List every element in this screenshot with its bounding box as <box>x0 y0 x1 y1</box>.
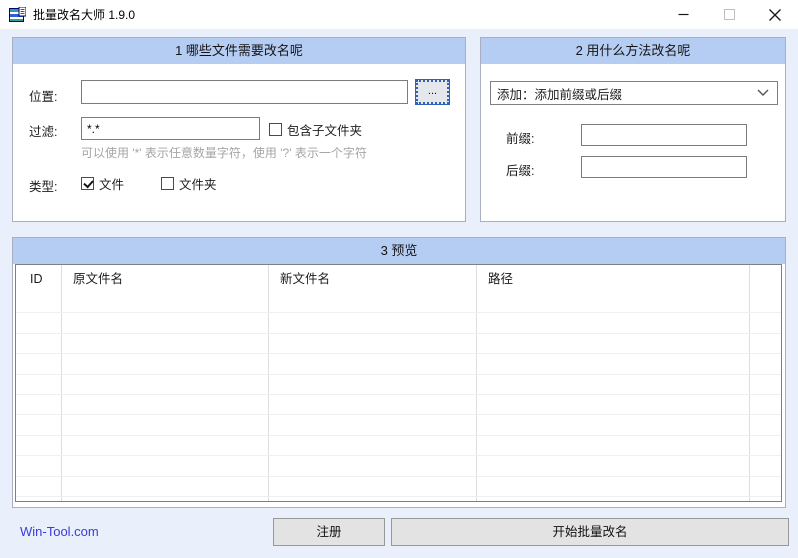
location-input[interactable] <box>81 80 408 104</box>
include-subfolders-label: 包含子文件夹 <box>287 124 363 138</box>
filter-input[interactable] <box>81 117 260 140</box>
table-row <box>16 456 781 477</box>
maximize-button <box>706 0 752 29</box>
wildcard-hint: 可以使用 '*' 表示任意数量字符，使用 '?' 表示一个字符 <box>81 146 367 160</box>
website-link[interactable]: Win-Tool.com <box>20 524 99 539</box>
filter-label: 过滤: <box>29 125 58 139</box>
window-title: 批量改名大师 1.9.0 <box>33 8 136 22</box>
type-file-checkbox[interactable]: 文件 <box>81 174 124 193</box>
files-panel: 1 哪些文件需要改名呢 位置: ... 过滤: 包含子文件夹 可以使用 '*' … <box>12 37 466 222</box>
column-header-original-name[interactable]: 原文件名 <box>73 265 123 293</box>
method-panel-title: 2 用什么方法改名呢 <box>481 38 785 64</box>
app-icon <box>9 6 27 23</box>
titlebar: 批量改名大师 1.9.0 <box>0 0 798 29</box>
minimize-button[interactable] <box>660 0 706 29</box>
close-button[interactable] <box>752 0 798 29</box>
type-file-checkbox-box[interactable] <box>81 177 94 190</box>
table-row <box>16 477 781 497</box>
method-panel: 2 用什么方法改名呢 添加：添加前缀或后缀 前缀: 后缀: <box>480 37 786 222</box>
table-row <box>16 415 781 436</box>
suffix-input[interactable] <box>581 156 747 178</box>
table-row <box>16 354 781 375</box>
table-row <box>16 293 781 314</box>
preview-table: ID 原文件名 新文件名 路径 <box>15 264 782 502</box>
table-row <box>16 436 781 457</box>
method-select[interactable]: 添加：添加前缀或后缀 <box>490 81 778 105</box>
method-select-value: 添加：添加前缀或后缀 <box>497 87 623 102</box>
type-folder-label: 文件夹 <box>179 178 217 192</box>
include-subfolders-checkbox-box[interactable] <box>269 123 282 136</box>
table-row <box>16 375 781 395</box>
chevron-down-icon <box>757 89 769 97</box>
location-label: 位置: <box>29 90 58 104</box>
prefix-input[interactable] <box>581 124 747 146</box>
column-header-path[interactable]: 路径 <box>488 265 513 293</box>
files-panel-title: 1 哪些文件需要改名呢 <box>13 38 465 64</box>
type-folder-checkbox[interactable]: 文件夹 <box>161 174 217 193</box>
type-folder-checkbox-box[interactable] <box>161 177 174 190</box>
table-row <box>16 313 781 334</box>
table-row <box>16 497 781 501</box>
browse-button[interactable]: ... <box>415 79 450 105</box>
table-row <box>16 334 781 355</box>
preview-panel-title: 3 预览 <box>13 238 785 264</box>
prefix-label: 前缀: <box>506 132 535 146</box>
table-row <box>16 395 781 416</box>
type-file-label: 文件 <box>99 178 125 192</box>
include-subfolders-checkbox[interactable]: 包含子文件夹 <box>269 120 362 139</box>
preview-panel: 3 预览 ID 原文件名 新文件名 路径 <box>12 237 786 508</box>
preview-table-header: ID 原文件名 新文件名 路径 <box>16 265 781 293</box>
app-window: 批量改名大师 1.9.0 1 哪些文件需要改名呢 位置: ... 过滤: 包含子… <box>0 0 798 558</box>
register-button[interactable]: 注册 <box>273 518 385 546</box>
column-header-new-name[interactable]: 新文件名 <box>280 265 330 293</box>
start-rename-button[interactable]: 开始批量改名 <box>391 518 789 546</box>
preview-table-body <box>16 293 781 501</box>
suffix-label: 后缀: <box>506 164 535 178</box>
type-label: 类型: <box>29 180 58 194</box>
column-header-id[interactable]: ID <box>30 265 43 293</box>
window-controls <box>660 0 798 29</box>
